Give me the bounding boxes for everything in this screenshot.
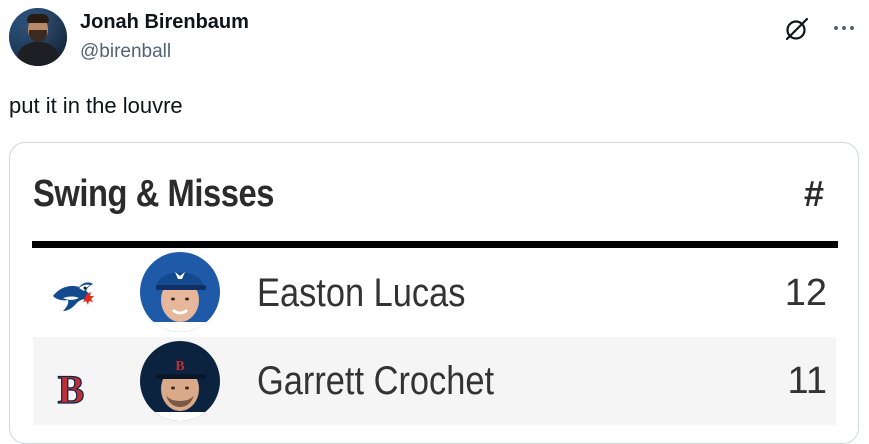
- player-photo-garrett-crochet: B: [140, 341, 220, 421]
- tweet-text: put it in the louvre: [9, 93, 183, 118]
- avatar[interactable]: [9, 8, 67, 66]
- red-sox-logo: B: [57, 366, 85, 409]
- tweet-header: Jonah Birenbaum @birenball: [0, 0, 869, 80]
- svg-text:B: B: [58, 367, 85, 409]
- svg-text:B: B: [175, 359, 184, 374]
- blue-jays-logo: [53, 282, 94, 311]
- player-count: 11: [787, 360, 827, 402]
- player-name: Easton Lucas: [257, 271, 466, 315]
- player-photo-easton-lucas: [140, 252, 220, 332]
- player-count: 12: [784, 272, 827, 314]
- header-divider: [32, 241, 838, 248]
- column-header: #: [804, 173, 825, 214]
- table-row: B B Garrett Crochet 11: [33, 337, 836, 425]
- table-row: Easton Lucas 12: [33, 252, 836, 334]
- card-title: Swing & Misses: [33, 173, 274, 215]
- player-name: Garrett Crochet: [257, 359, 495, 403]
- table-row-partial: [33, 426, 836, 438]
- grok-icon[interactable]: [784, 16, 810, 42]
- user-handle[interactable]: @birenball: [80, 40, 171, 64]
- more-options-icon[interactable]: [832, 18, 856, 38]
- display-name[interactable]: Jonah Birenbaum: [80, 10, 249, 34]
